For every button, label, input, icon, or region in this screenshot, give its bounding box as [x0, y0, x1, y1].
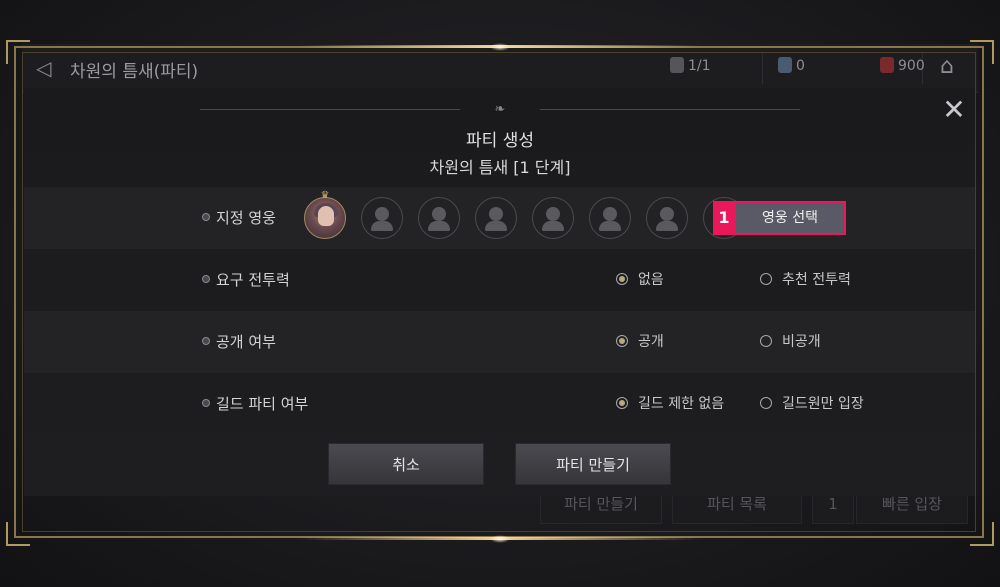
crown-icon: ♛	[320, 190, 330, 201]
person-silhouette-icon	[546, 207, 560, 221]
top-bar: ◁ 차원의 틈새(파티) 1/1 0 900 ⌂	[22, 44, 978, 93]
hero-row: 지정 영웅 ♛ 1 영웅 선택	[24, 187, 976, 249]
radio-selected-icon	[616, 335, 628, 347]
create-party-button[interactable]: 파티 만들기	[515, 443, 671, 485]
dialog-title: 파티 생성	[466, 131, 534, 151]
dialog-subtitle: 차원의 틈새 [1 단계]	[429, 158, 571, 177]
radio-unselected-icon	[760, 335, 772, 347]
public-option-private[interactable]: 비공개	[760, 311, 821, 373]
crystal-counter: 0	[778, 57, 805, 74]
power-option-recommended[interactable]: 추천 전투력	[760, 249, 851, 311]
person-silhouette-icon	[489, 207, 503, 221]
step-marker-badge: 1	[713, 201, 735, 235]
red-book-icon	[880, 57, 894, 73]
guild-option-members-only[interactable]: 길드원만 입장	[760, 373, 864, 435]
cancel-button[interactable]: 취소	[328, 443, 484, 485]
radio-unselected-icon	[760, 273, 772, 285]
bullet-icon	[202, 213, 210, 221]
ticket-icon	[670, 57, 684, 73]
person-silhouette-icon	[432, 207, 446, 221]
person-silhouette-icon	[603, 207, 617, 221]
hero-slot-empty[interactable]	[475, 197, 517, 239]
home-icon[interactable]: ⌂	[940, 54, 966, 80]
emblem-icon: ❧	[494, 102, 506, 117]
person-silhouette-icon	[660, 207, 674, 221]
red-book-counter: 900	[880, 57, 925, 74]
power-row-label: 요구 전투력	[202, 249, 290, 311]
hero-row-label: 지정 영웅	[202, 187, 276, 249]
close-icon[interactable]: ✕	[940, 96, 968, 124]
bullet-icon	[202, 399, 210, 407]
public-option-public[interactable]: 공개	[616, 311, 664, 373]
guild-option-no-limit[interactable]: 길드 제한 없음	[616, 373, 724, 435]
bullet-icon	[202, 275, 210, 283]
person-silhouette-icon	[375, 207, 389, 221]
guild-row: 길드 파티 여부 길드 제한 없음 길드원만 입장	[24, 373, 976, 435]
crystal-icon	[778, 57, 792, 73]
radio-unselected-icon	[760, 397, 772, 409]
ticket-counter: 1/1	[670, 57, 711, 74]
bullet-icon	[202, 337, 210, 345]
title-ornament: ❧	[200, 102, 800, 118]
hero-slot-empty[interactable]	[646, 197, 688, 239]
power-row: 요구 전투력 없음 추천 전투력	[24, 249, 976, 311]
hero-slot-filled[interactable]: ♛	[304, 191, 346, 239]
public-row: 공개 여부 공개 비공개	[24, 311, 976, 373]
hero-slot-empty[interactable]	[361, 197, 403, 239]
public-row-label: 공개 여부	[202, 311, 276, 373]
create-party-dialog: ❧ ✕ 파티 생성 차원의 틈새 [1 단계] 지정 영웅 ♛ 1 영웅 선택 …	[24, 88, 976, 496]
radio-selected-icon	[616, 273, 628, 285]
select-hero-button[interactable]: 영웅 선택	[734, 201, 846, 235]
guild-row-label: 길드 파티 여부	[202, 373, 308, 435]
radio-selected-icon	[616, 397, 628, 409]
hero-slot-empty[interactable]	[589, 197, 631, 239]
hero-slot-empty[interactable]	[418, 197, 460, 239]
page-title: 차원의 틈새(파티)	[70, 62, 199, 82]
back-arrow-icon[interactable]: ◁	[36, 56, 64, 80]
divider	[762, 52, 763, 84]
hero-slot-empty[interactable]	[532, 197, 574, 239]
power-option-none[interactable]: 없음	[616, 249, 664, 311]
